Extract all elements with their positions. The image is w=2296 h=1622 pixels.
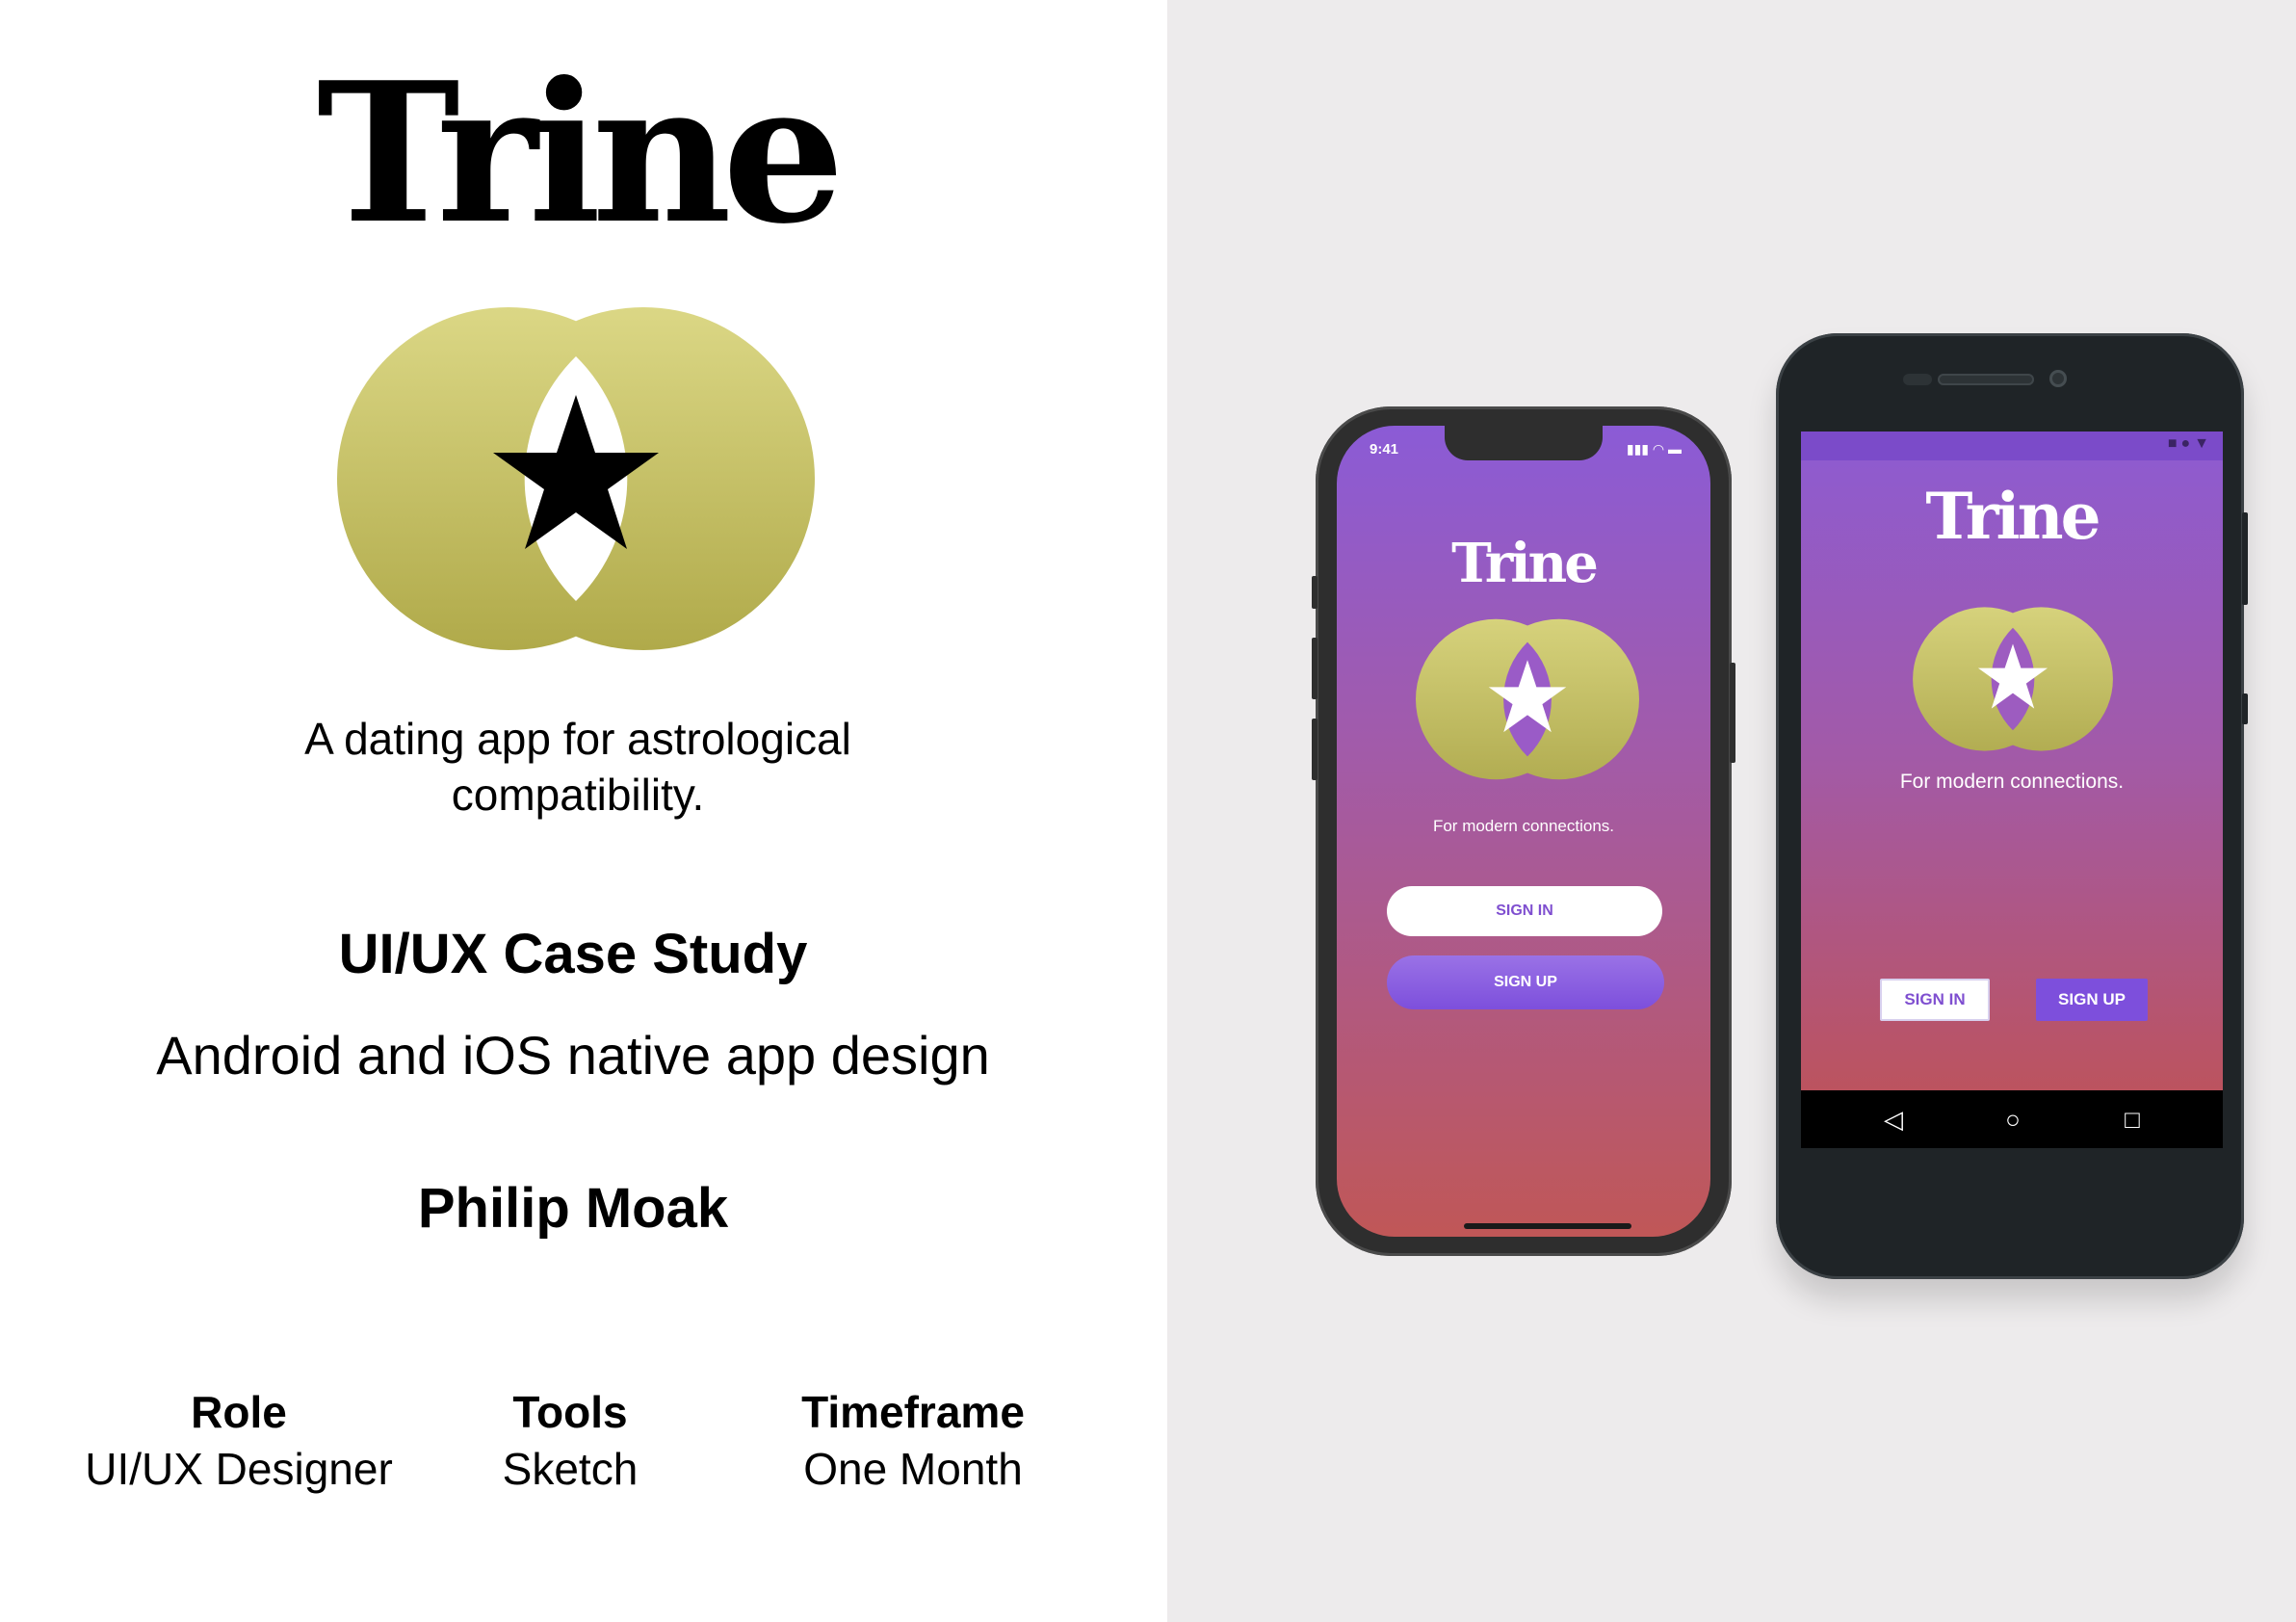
meta-role: Role UI/UX Designer (65, 1385, 412, 1499)
ios-sign-up-button[interactable]: SIGN UP (1387, 955, 1664, 1009)
ios-home-indicator[interactable] (1464, 1223, 1631, 1229)
iphone-volume-down (1312, 719, 1318, 780)
android-welcome-screen: ■●▼ Trine For modern connections. SIGN I… (1801, 432, 2223, 1148)
android-nav-bar: ◁ ○ □ (1801, 1090, 2223, 1148)
iphone-notch (1445, 426, 1603, 460)
android-tagline: For modern connections. (1899, 771, 2125, 793)
android-mockup: ■●▼ Trine For modern connections. SIGN I… (1776, 333, 2248, 1279)
android-status-bar: ■●▼ (1801, 432, 2223, 460)
ios-tagline: For modern connections. (1432, 817, 1615, 835)
android-front-camera (2049, 370, 2067, 387)
iphone-mockup: 9:41 ▮▮▮ ◠ ▬ Trine For modern connection… (1312, 406, 1735, 1256)
android-earpiece (1938, 374, 2034, 385)
nav-home-icon[interactable]: ○ (1994, 1104, 2032, 1135)
app-tagline: A dating app for astrological compatibil… (304, 714, 851, 820)
meta-timeframe-value: One Month (803, 1444, 1023, 1494)
nav-back-icon[interactable]: ◁ (1874, 1104, 1913, 1135)
case-study-title: UI/UX Case Study (338, 923, 808, 985)
case-study-panel: Trine A dating app for astrological comp… (0, 0, 1167, 1622)
android-sensor (1903, 374, 1932, 385)
venn-star-logo-icon (337, 307, 815, 650)
iphone-mute-switch (1312, 576, 1318, 609)
meta-tools: Tools Sketch (397, 1385, 744, 1499)
meta-role-value: UI/UX Designer (85, 1444, 393, 1494)
ios-status-icons: ▮▮▮ ◠ ▬ (1626, 441, 1682, 457)
meta-tools-label: Tools (512, 1387, 628, 1437)
android-venn-star-logo-icon (1913, 607, 2113, 751)
ios-status-time: 9:41 (1370, 441, 1399, 458)
android-power-button (2242, 693, 2248, 724)
android-sign-in-button[interactable]: SIGN IN (1880, 979, 1990, 1021)
meta-timeframe: Timeframe One Month (740, 1385, 1086, 1499)
trine-wordmark: Trine (316, 40, 845, 267)
ios-welcome-screen: 9:41 ▮▮▮ ◠ ▬ Trine For modern connection… (1337, 426, 1710, 1237)
meta-role-label: Role (191, 1387, 287, 1437)
meta-tools-value: Sketch (502, 1444, 639, 1494)
ios-app-title: Trine (1451, 532, 1599, 595)
iphone-volume-up (1312, 638, 1318, 699)
case-study-subtitle: Android and iOS native app design (156, 1025, 990, 1086)
meta-timeframe-label: Timeframe (801, 1387, 1025, 1437)
android-status-icons: ■●▼ (2167, 435, 2213, 452)
android-volume-button (2242, 512, 2248, 605)
ios-sign-in-button[interactable]: SIGN IN (1387, 886, 1662, 936)
iphone-power-button (1730, 663, 1735, 763)
android-app-title: Trine (1925, 479, 2100, 554)
android-sign-up-button[interactable]: SIGN UP (2036, 979, 2148, 1021)
nav-recent-apps-icon[interactable]: □ (2113, 1104, 2152, 1135)
author-name: Philip Moak (417, 1177, 729, 1240)
ios-venn-star-logo-icon (1416, 618, 1639, 780)
